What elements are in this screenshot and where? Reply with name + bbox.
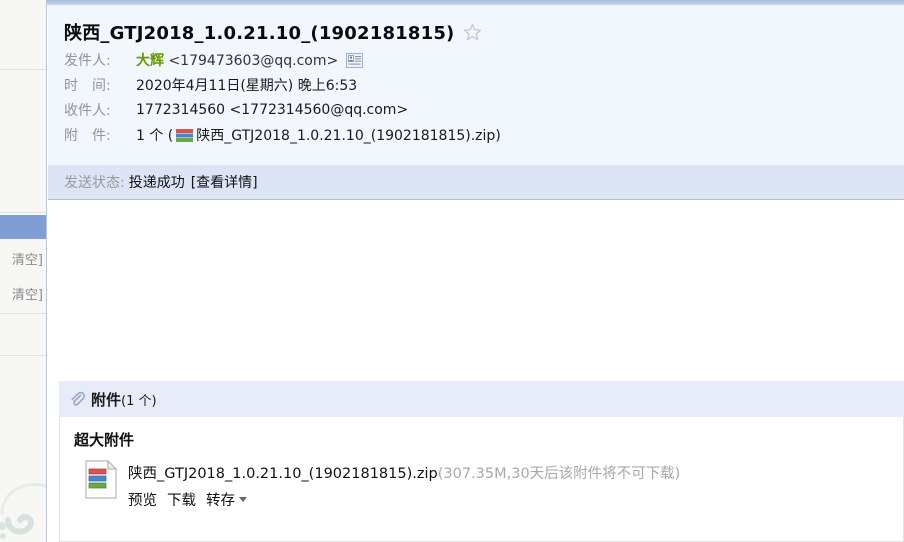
mail-meta-row-sender: 发件人: 大辉 <179473603@qq.com> xyxy=(48,50,904,70)
attachment-panel-count: (1 个) xyxy=(121,393,157,409)
mail-recipient-value: 1772314560 <1772314560@qq.com> xyxy=(136,102,409,118)
status-label: 发送状态: xyxy=(64,175,125,191)
sidebar-selected-item[interactable] xyxy=(0,215,46,239)
sender-name[interactable]: 大辉 xyxy=(136,53,164,69)
attachment-fileinfo: (307.35M,30天后该附件将不可下载) xyxy=(437,466,681,482)
attachment-panel-title: 附件 xyxy=(91,390,122,409)
attachment-count-suffix: ) xyxy=(495,128,501,144)
sidebar-fragment: 清空] 清空] xyxy=(0,0,47,542)
status-badge: 投递成功 xyxy=(128,175,185,191)
chevron-down-icon[interactable] xyxy=(239,497,247,502)
zip-file-icon xyxy=(85,460,118,499)
attachment-panel: 附件 (1 个) 超大附件 陕西_GTJ2018_1.0.21.10_(1902… xyxy=(59,381,904,542)
sidebar-divider xyxy=(0,69,46,70)
download-link[interactable]: 下载 xyxy=(167,489,196,510)
meta-label-recipient: 收件人: xyxy=(64,103,111,119)
contact-card-icon[interactable] xyxy=(346,52,364,68)
mail-meta-row-time: 时 间: 2020年4月11日(星期六) 晚上6:53 xyxy=(48,75,904,95)
attachment-filename[interactable]: 陕西_GTJ2018_1.0.21.10_(1902181815).zip xyxy=(128,466,438,482)
mail-header-panel: 陕西_GTJ2018_1.0.21.10_(1902181815) 发件人: 大… xyxy=(48,5,904,165)
attachment-list-item: 陕西_GTJ2018_1.0.21.10_(1902181815).zip(30… xyxy=(74,460,903,510)
page-title: 陕西_GTJ2018_1.0.21.10_(1902181815) xyxy=(64,23,455,44)
meta-label-time: 时 间: xyxy=(64,78,111,94)
mail-subject-row: 陕西_GTJ2018_1.0.21.10_(1902181815) xyxy=(48,5,904,45)
mail-body-content xyxy=(48,201,904,376)
sidebar-item-clear-2[interactable]: 清空] xyxy=(12,284,43,303)
mail-meta-row-attachment: 附 件: 1 个 ( 陕西_GTJ2018_1.0.21.10_(19021818… xyxy=(48,125,904,145)
sidebar-divider xyxy=(0,355,46,356)
save-to-link[interactable]: 转存 xyxy=(206,489,235,510)
attachment-inline-filename[interactable]: 陕西_GTJ2018_1.0.21.10_(1902181815).zip xyxy=(196,128,495,144)
sidebar-divider xyxy=(0,212,46,213)
meta-label-attachment: 附 件: xyxy=(64,128,111,144)
zip-file-icon xyxy=(176,129,194,142)
sidebar-divider xyxy=(0,313,46,314)
send-status-bar: 发送状态: 投递成功 [查看详情] xyxy=(48,165,904,200)
paperclip-icon xyxy=(71,391,85,406)
attachment-panel-header: 附件 (1 个) xyxy=(59,381,904,417)
meta-label-sender: 发件人: xyxy=(64,53,111,69)
sender-address: <179473603@qq.com> xyxy=(168,53,339,69)
view-details-link[interactable]: [查看详情] xyxy=(191,172,258,192)
attachment-panel-body: 超大附件 陕西_GTJ2018_1.0.21.10_(1902181815).z… xyxy=(59,417,904,542)
mail-time-value: 2020年4月11日(星期六) 晚上6:53 xyxy=(136,78,358,94)
attachment-group-title: 超大附件 xyxy=(74,431,135,449)
attachment-count-prefix: 1 个 ( xyxy=(136,128,174,144)
decorative-watermark-icon xyxy=(0,483,46,539)
attachment-actions: 预览 下载 转存 xyxy=(128,489,680,510)
mail-meta-row-recipient: 收件人: 1772314560 <1772314560@qq.com> xyxy=(48,100,904,120)
sidebar-item-clear-1[interactable]: 清空] xyxy=(12,249,43,268)
preview-link[interactable]: 预览 xyxy=(128,489,157,510)
star-outline-icon[interactable] xyxy=(463,23,482,42)
attachment-item-text: 陕西_GTJ2018_1.0.21.10_(1902181815).zip(30… xyxy=(128,460,680,510)
